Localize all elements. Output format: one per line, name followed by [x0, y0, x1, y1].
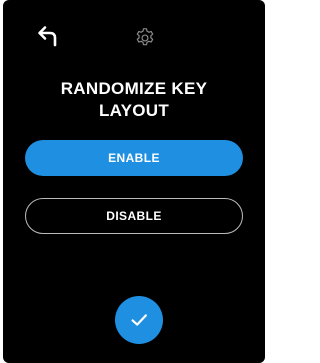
device-screen: RANDOMIZE KEY LAYOUT ENABLE DISABLE: [3, 0, 265, 363]
enable-button[interactable]: ENABLE: [25, 140, 243, 176]
confirm-button[interactable]: [115, 296, 163, 344]
gear-icon: [136, 28, 154, 46]
page-title-line-2: LAYOUT: [98, 101, 170, 120]
page-title: RANDOMIZE KEY LAYOUT: [3, 78, 265, 122]
disable-button-label: DISABLE: [106, 209, 162, 223]
back-arrow-icon: [38, 26, 57, 47]
settings-button[interactable]: [131, 24, 159, 52]
back-button[interactable]: [33, 22, 61, 50]
checkmark-icon: [131, 314, 147, 326]
disable-button[interactable]: DISABLE: [25, 198, 243, 234]
enable-button-label: ENABLE: [108, 151, 160, 165]
page-title-line-1: RANDOMIZE KEY: [60, 79, 208, 98]
